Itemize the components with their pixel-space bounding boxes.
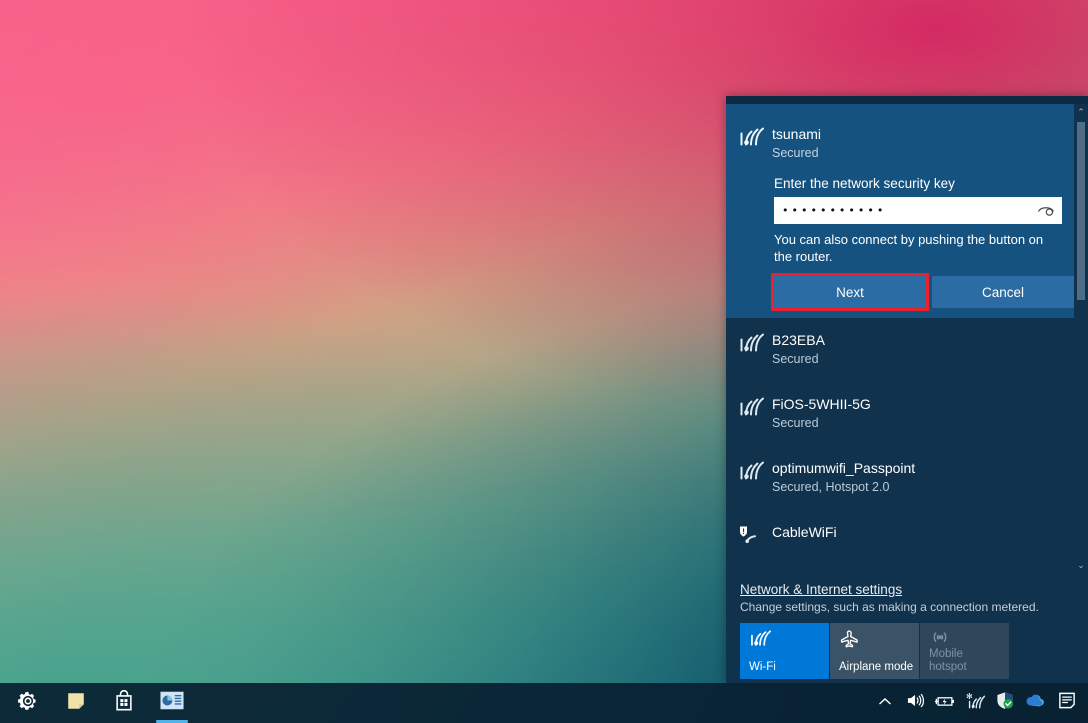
- network-item-text: CableWiFi: [772, 524, 837, 541]
- tray-show-hidden-icons[interactable]: [870, 683, 900, 723]
- sticky-note-icon: [65, 690, 87, 717]
- quick-action-tiles: Wi-Fi Airplane mode: [740, 623, 1088, 679]
- selected-network-text: tsunami Secured: [772, 126, 821, 162]
- network-item[interactable]: optimumwifi_Passpoint Secured, Hotspot 2…: [726, 446, 1074, 510]
- tile-airplane-mode[interactable]: Airplane mode: [830, 623, 919, 679]
- password-masked-value: •••••••••••: [774, 205, 886, 216]
- wifi-icon: [749, 635, 771, 650]
- scrollbar-thumb[interactable]: [1077, 122, 1085, 300]
- tile-mobile-hotspot[interactable]: Mobile hotspot: [920, 623, 1009, 679]
- tray-battery[interactable]: [930, 683, 960, 723]
- tile-mobile-hotspot-label-line1: Mobile: [929, 648, 1004, 661]
- system-tray: ✻: [870, 683, 1088, 723]
- taskbar: ✻: [0, 683, 1088, 723]
- network-internet-settings-link[interactable]: Network & Internet settings: [726, 573, 902, 597]
- selected-network-ssid: tsunami: [772, 126, 821, 143]
- network-item[interactable]: CableWiFi: [726, 510, 1074, 554]
- wifi-icon: [738, 460, 772, 484]
- network-ssid: B23EBA: [772, 332, 825, 349]
- dialog-buttons: Next Cancel: [774, 276, 1074, 308]
- network-status: Secured: [772, 415, 871, 432]
- network-ssid: FiOS-5WHII-5G: [772, 396, 871, 413]
- security-key-input[interactable]: •••••••••••: [774, 197, 1062, 224]
- tile-mobile-hotspot-label: Mobile hotspot: [929, 648, 1004, 674]
- wifi-available-icon: ✻: [964, 692, 986, 715]
- wifi-flyout-panel: ⌃ ⌄: [726, 96, 1088, 683]
- taskbar-app-sticky-notes[interactable]: [52, 683, 100, 723]
- cancel-button[interactable]: Cancel: [932, 276, 1074, 308]
- network-list: tsunami Secured Enter the network securi…: [726, 104, 1074, 573]
- selected-network-header: tsunami Secured: [726, 104, 1074, 168]
- network-item[interactable]: FiOS-5WHII-5G Secured: [726, 382, 1074, 446]
- wifi-icon: [738, 126, 772, 150]
- settings-description: Change settings, such as making a connec…: [726, 597, 1088, 614]
- svg-text:✻: ✻: [966, 692, 973, 701]
- scroll-down-arrow-icon[interactable]: ⌄: [1074, 557, 1088, 573]
- network-status: Secured, Hotspot 2.0: [772, 479, 915, 496]
- shield-check-icon: [995, 691, 1015, 715]
- tile-wifi-label: Wi-Fi: [749, 661, 824, 674]
- next-button-label: Next: [836, 285, 864, 300]
- selected-network-status: Secured: [772, 145, 821, 162]
- network-item-text: B23EBA Secured: [772, 332, 825, 368]
- cloud-icon: [1024, 693, 1046, 713]
- gear-icon: [17, 690, 39, 717]
- store-bag-icon: [113, 689, 135, 717]
- tray-action-center[interactable]: [1050, 683, 1084, 723]
- taskbar-app-dashboard[interactable]: [148, 683, 196, 723]
- network-item-text: optimumwifi_Passpoint Secured, Hotspot 2…: [772, 460, 915, 496]
- taskbar-app-area: [0, 683, 196, 723]
- network-status: Secured: [772, 351, 825, 368]
- tile-airplane-mode-label: Airplane mode: [839, 661, 914, 674]
- tile-mobile-hotspot-label-line2: hotspot: [929, 661, 1004, 674]
- action-center-icon: [1057, 691, 1077, 715]
- tray-security[interactable]: [990, 683, 1020, 723]
- chart-app-icon: [160, 691, 184, 715]
- taskbar-app-settings[interactable]: [4, 683, 52, 723]
- network-item-selected[interactable]: tsunami Secured Enter the network securi…: [726, 104, 1074, 318]
- network-settings-footer: Network & Internet settings Change setti…: [726, 573, 1088, 683]
- flyout-top-edge: [726, 96, 1088, 104]
- tile-wifi[interactable]: Wi-Fi: [740, 623, 829, 679]
- taskbar-app-microsoft-store[interactable]: [100, 683, 148, 723]
- airplane-icon: [839, 636, 860, 651]
- chevron-up-icon: [878, 694, 892, 712]
- scrollbar-track[interactable]: [1074, 120, 1088, 557]
- wifi-icon: [738, 332, 772, 356]
- tray-network[interactable]: ✻: [960, 683, 990, 723]
- network-list-scrollbar[interactable]: ⌃ ⌄: [1074, 104, 1088, 573]
- speaker-icon: [906, 692, 925, 714]
- tray-onedrive[interactable]: [1020, 683, 1050, 723]
- network-item-text: FiOS-5WHII-5G Secured: [772, 396, 871, 432]
- wifi-icon: [738, 396, 772, 420]
- wifi-shield-warning-icon: [738, 524, 772, 548]
- eye-icon[interactable]: [1034, 197, 1058, 224]
- cancel-button-label: Cancel: [982, 285, 1024, 300]
- next-button[interactable]: Next: [774, 276, 926, 308]
- network-item[interactable]: B23EBA Secured: [726, 318, 1074, 382]
- scroll-up-arrow-icon[interactable]: ⌃: [1074, 104, 1088, 120]
- battery-charging-icon: [934, 694, 956, 713]
- connect-hint-text: You can also connect by pushing the butt…: [726, 224, 1074, 265]
- network-ssid: CableWiFi: [772, 524, 837, 541]
- tray-volume[interactable]: [900, 683, 930, 723]
- network-ssid: optimumwifi_Passpoint: [772, 460, 915, 477]
- security-key-label: Enter the network security key: [726, 168, 1074, 197]
